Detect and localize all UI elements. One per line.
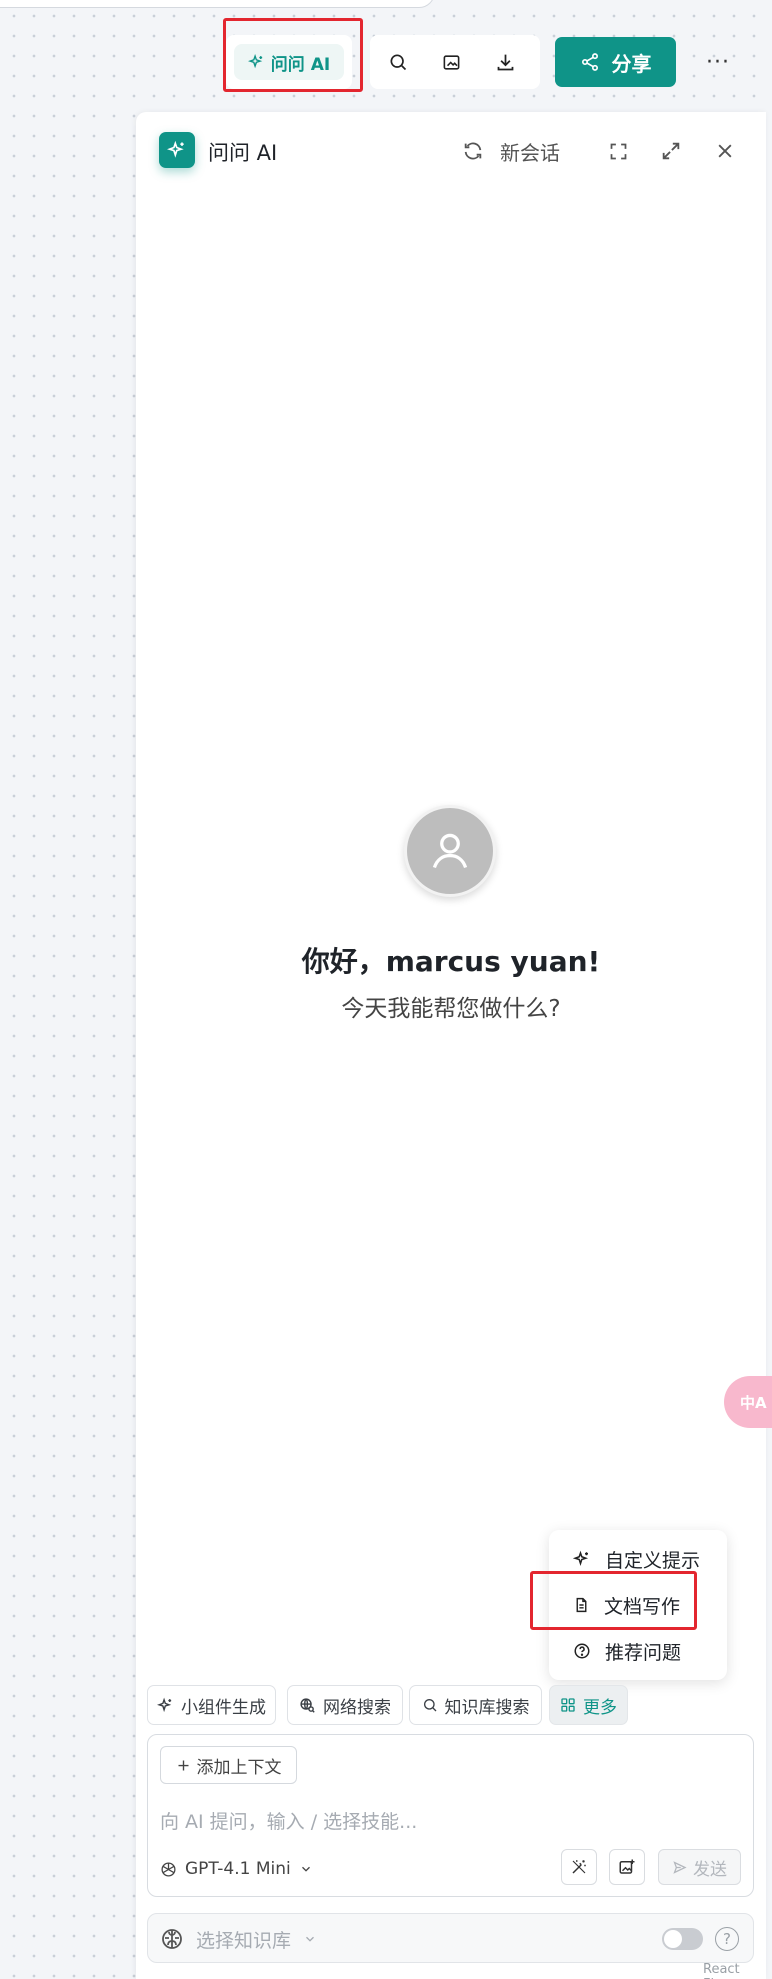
menu-item-custom-prompt[interactable]: 自定义提示 [549,1539,727,1579]
magic-wand-icon [572,1860,586,1874]
react-flow-attribution[interactable]: React Flow [703,1962,772,1979]
expand-icon [662,142,680,160]
fullscreen-button[interactable] [601,134,635,168]
expand-button[interactable] [654,134,688,168]
openai-icon [161,1861,176,1877]
menu-item-doc-writing[interactable]: 文档写作 [549,1585,727,1625]
add-context-label: 添加上下文 [196,1757,282,1778]
skill-chip-more[interactable]: 更多 [549,1685,628,1725]
menu-item-suggested-questions[interactable]: 推荐问题 [549,1631,727,1671]
download-icon [497,54,513,70]
skill-chip-label: 知识库搜索 [444,1697,530,1718]
magic-wand-button[interactable] [561,1849,597,1885]
search-icon [390,54,407,71]
knowledge-toggle[interactable] [662,1928,703,1950]
sparkle-icon [157,1697,172,1712]
document-icon [576,1597,587,1613]
image-upload-button[interactable] [609,1849,645,1885]
search-icon [423,1699,436,1712]
globe-search-icon [300,1697,315,1713]
refresh-icon [464,142,482,160]
share-icon [581,53,598,71]
close-button[interactable] [708,134,742,168]
share-button[interactable]: 分享 [555,37,676,87]
add-context-button[interactable]: 添加上下文 [160,1746,297,1784]
plus-icon [178,1760,188,1770]
skill-chip-label: 更多 [583,1697,617,1718]
share-label: 分享 [611,51,652,76]
brain-icon [162,1929,182,1949]
model-name: GPT-4.1 Mini [185,1859,291,1879]
chat-input[interactable]: 向 AI 提问，输入 / 选择技能... [160,1807,417,1834]
panel-title: 问问 AI [208,141,278,165]
menu-item-label: 文档写作 [604,1595,681,1618]
menu-item-label: 推荐问题 [605,1641,682,1664]
greeting: 你好，marcus yuan! [301,945,601,978]
fullscreen-icon [610,143,626,159]
browser-tab-edge [0,0,435,8]
skill-chip-label: 小组件生成 [181,1697,266,1718]
knowledge-base-selector[interactable]: 选择知识库 [160,1914,317,1964]
image-export-button[interactable] [431,44,471,80]
translate-button[interactable]: 中A [724,1376,772,1428]
translate-icon: 中A [740,1393,767,1412]
model-selector[interactable]: GPT-4.1 Mini [160,1851,313,1887]
close-icon [718,144,732,158]
greeting-subtitle: 今天我能帮您做什么? [341,996,561,1022]
chevron-down-icon [306,1936,314,1942]
question-circle-icon [574,1643,590,1659]
skill-chip-kb-search[interactable]: 知识库搜索 [409,1685,542,1725]
more-skills-menu: 自定义提示 文档写作 推荐问题 [549,1530,727,1680]
ask-ai-label: 问问 AI [270,54,331,75]
skill-chip-label: 网络搜索 [323,1697,391,1718]
menu-item-label: 自定义提示 [605,1549,701,1572]
sparkle-icon [247,53,263,68]
chevron-down-icon [301,1866,310,1872]
image-icon [443,54,459,70]
avatar [404,805,496,897]
new-chat-label: 新会话 [500,140,560,165]
toggle-knob [664,1930,682,1948]
skill-chip-web-search[interactable]: 网络搜索 [287,1685,403,1725]
new-chat-button[interactable]: 新会话 [462,134,560,168]
ask-ai-button[interactable]: 问问 AI [234,44,344,80]
send-icon [673,1860,687,1874]
knowledge-base-bar: 选择知识库 ? [147,1913,754,1963]
ai-logo [159,132,195,168]
image-plus-icon [619,1859,635,1874]
grid-icon [561,1698,575,1712]
help-icon[interactable]: ? [715,1927,739,1951]
sparkle-icon [573,1550,589,1566]
knowledge-base-placeholder: 选择知识库 [196,1929,292,1952]
search-button[interactable] [378,44,418,80]
more-button[interactable]: ··· [700,44,736,80]
sparkle-icon [167,140,184,158]
skill-chip-widget[interactable]: 小组件生成 [147,1685,276,1725]
chat-input-box: 添加上下文 向 AI 提问，输入 / 选择技能... GPT-4.1 Mini … [147,1734,754,1897]
send-label: 发送 [693,1859,727,1880]
download-button[interactable] [485,44,525,80]
user-icon [432,833,468,869]
send-button[interactable]: 发送 [658,1849,741,1885]
